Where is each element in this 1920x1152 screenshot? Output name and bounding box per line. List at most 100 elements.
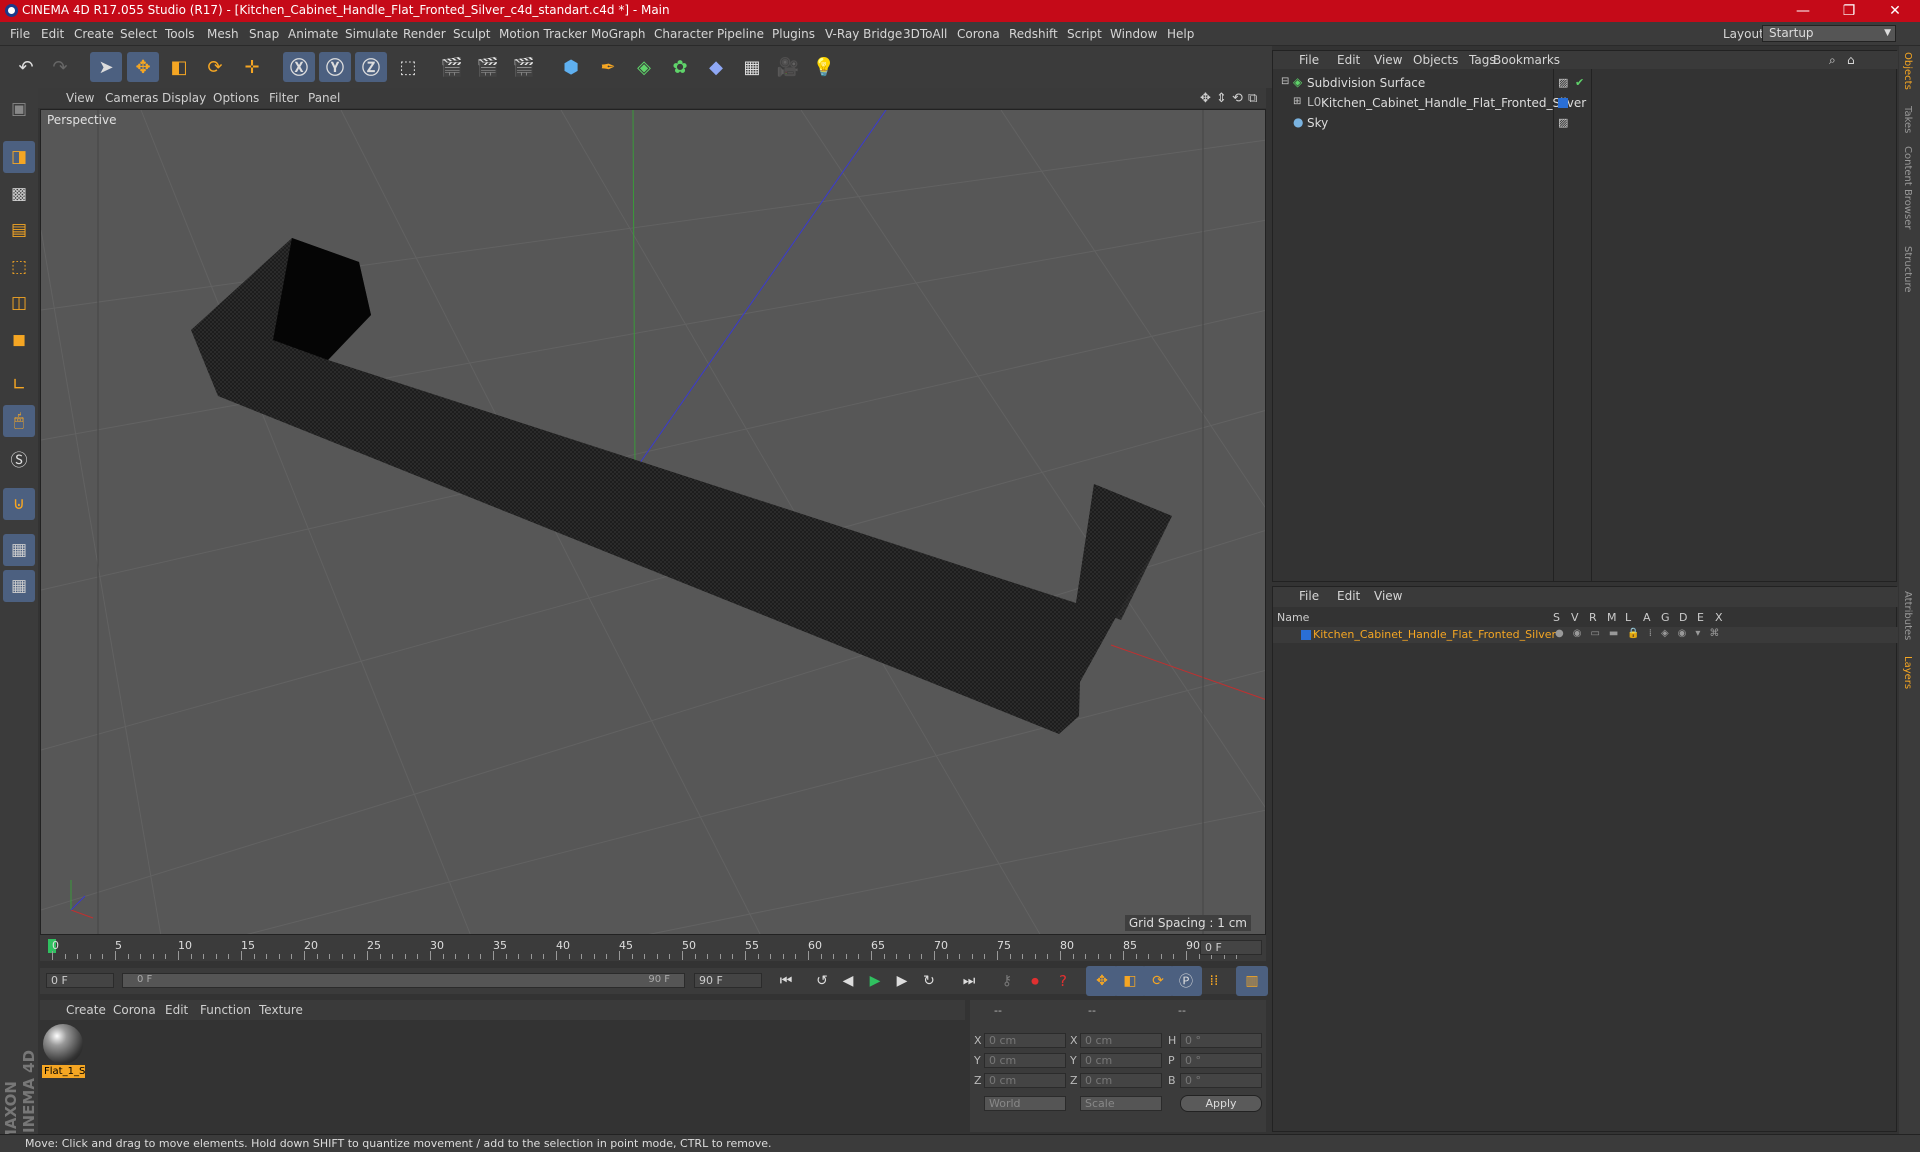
object-row[interactable]: ⊞ L0 Kitchen_Cabinet_Handle_Flat_Fronted… bbox=[1273, 95, 1898, 113]
material-menu-corona[interactable]: Corona bbox=[113, 1003, 156, 1017]
menu-mograph[interactable]: MoGraph bbox=[591, 27, 646, 41]
menu-edit[interactable]: Edit bbox=[41, 27, 64, 41]
tab-objects[interactable]: Objects bbox=[1902, 52, 1913, 90]
quantize-button[interactable]: ▦ bbox=[3, 570, 35, 602]
undo-button[interactable]: ↶ bbox=[10, 52, 42, 82]
menu-corona[interactable]: Corona bbox=[957, 27, 1000, 41]
maximize-button[interactable]: ❐ bbox=[1826, 0, 1872, 22]
edit-layer-icon[interactable]: ▨ bbox=[1558, 76, 1568, 89]
current-frame-field[interactable]: 0 F bbox=[1200, 940, 1262, 955]
cube-primitive-button[interactable]: ⬢ bbox=[555, 52, 587, 82]
light-button[interactable]: 💡 bbox=[808, 52, 840, 82]
material-swatch[interactable]: Flat_1_S bbox=[42, 1023, 85, 1078]
coordinate-system-button[interactable]: ⬚ bbox=[392, 52, 424, 82]
next-key-button[interactable]: ↻ bbox=[913, 966, 945, 996]
points-mode-button[interactable]: ⬚ bbox=[3, 251, 35, 283]
timeline-ruler[interactable]: 0 5 10 15 20 25 30 35 40 45 50 55 60 65 70 75 80 85 90 0 F bbox=[40, 935, 1266, 961]
size-z-field[interactable]: 0 cm bbox=[1080, 1073, 1162, 1088]
menu-3dtoall[interactable]: 3DToAll bbox=[903, 27, 947, 41]
menu-plugins[interactable]: Plugins bbox=[772, 27, 815, 41]
layer-row[interactable]: Kitchen_Cabinet_Handle_Flat_Fronted_Silv… bbox=[1273, 627, 1898, 643]
size-x-field[interactable]: 0 cm bbox=[1080, 1033, 1162, 1048]
menu-snap[interactable]: Snap bbox=[249, 27, 279, 41]
menu-file[interactable]: File bbox=[10, 27, 30, 41]
viewport-zoom-icon[interactable]: ⇕ bbox=[1216, 91, 1227, 106]
layer-color-swatch[interactable] bbox=[1558, 98, 1568, 108]
tab-takes[interactable]: Takes bbox=[1902, 106, 1913, 133]
menu-animate[interactable]: Animate bbox=[288, 27, 338, 41]
viewport-menu-panel[interactable]: Panel bbox=[308, 91, 340, 105]
objects-menu-tags[interactable]: Tags bbox=[1469, 53, 1496, 67]
edges-mode-button[interactable]: ◫ bbox=[3, 287, 35, 319]
edit-layer-icon[interactable]: ▨ bbox=[1558, 116, 1568, 129]
menu-select[interactable]: Select bbox=[120, 27, 157, 41]
apply-button[interactable]: Apply bbox=[1180, 1095, 1262, 1112]
tab-structure[interactable]: Structure bbox=[1902, 246, 1913, 293]
selection-tool-button[interactable]: ➤ bbox=[90, 52, 122, 82]
material-menu-function[interactable]: Function bbox=[200, 1003, 251, 1017]
keyframe-selection-button[interactable]: ? bbox=[1047, 966, 1079, 996]
home-icon[interactable]: ⌂ bbox=[1847, 53, 1855, 67]
menu-character[interactable]: Character bbox=[654, 27, 713, 41]
make-editable-button[interactable]: ▣ bbox=[3, 93, 35, 125]
viewport-maximize-icon[interactable]: ⧉ bbox=[1248, 91, 1257, 106]
search-icon[interactable]: ⌕ bbox=[1829, 53, 1836, 68]
pos-z-field[interactable]: 0 cm bbox=[984, 1073, 1066, 1088]
end-frame-field[interactable]: 90 F bbox=[694, 973, 762, 988]
object-row[interactable]: ● Sky ▨ bbox=[1273, 115, 1898, 133]
pos-y-field[interactable]: 0 cm bbox=[984, 1053, 1066, 1068]
x-axis-lock-button[interactable]: Ⓧ bbox=[283, 52, 315, 82]
key-pla-button[interactable]: ⁞⁞ bbox=[1198, 966, 1230, 996]
menu-render[interactable]: Render bbox=[403, 27, 446, 41]
viewport-menu-display[interactable]: Display bbox=[162, 91, 206, 105]
object-row[interactable]: ⊟ ◈ Subdivision Surface ▨ ✔ bbox=[1273, 75, 1898, 93]
subdivision-surface-button[interactable]: ◈ bbox=[628, 52, 660, 82]
floor-button[interactable]: ▦ bbox=[736, 52, 768, 82]
timeline-window-button[interactable]: ▥ bbox=[1236, 966, 1268, 996]
objects-menu-edit[interactable]: Edit bbox=[1337, 53, 1360, 67]
menu-simulate[interactable]: Simulate bbox=[345, 27, 398, 41]
polygons-mode-button[interactable]: ◼ bbox=[3, 324, 35, 356]
menu-vray-bridge[interactable]: V-Ray Bridge bbox=[825, 27, 902, 41]
objects-menu-view[interactable]: View bbox=[1374, 53, 1402, 67]
model-mode-button[interactable]: ◨ bbox=[3, 141, 35, 173]
pen-spline-button[interactable]: ✒ bbox=[592, 52, 624, 82]
layer-toggle-icons[interactable]: ●◉▭▬🔒⁞◈◉▾⌘ bbox=[1555, 628, 1728, 639]
tab-content-browser[interactable]: Content Browser bbox=[1902, 146, 1913, 229]
material-menu-texture[interactable]: Texture bbox=[259, 1003, 303, 1017]
layers-menu-view[interactable]: View bbox=[1374, 589, 1402, 603]
rotate-tool-button[interactable]: ⟳ bbox=[199, 52, 231, 82]
rot-b-field[interactable]: 0 ° bbox=[1180, 1073, 1262, 1088]
scale-tool-button[interactable]: ◧ bbox=[163, 52, 195, 82]
minimize-button[interactable]: — bbox=[1780, 0, 1826, 22]
start-frame-field[interactable]: 0 F bbox=[46, 973, 114, 988]
viewport-rotate-icon[interactable]: ⟲ bbox=[1232, 91, 1243, 106]
menu-redshift[interactable]: Redshift bbox=[1009, 27, 1058, 41]
layout-select[interactable]: Startup ▼ bbox=[1762, 25, 1896, 42]
objects-menu-objects[interactable]: Objects bbox=[1413, 53, 1458, 67]
objects-menu-bookmarks[interactable]: Bookmarks bbox=[1493, 53, 1560, 67]
render-picture-viewer-button[interactable]: 🎬 bbox=[472, 52, 504, 82]
material-menu-edit[interactable]: Edit bbox=[165, 1003, 188, 1017]
go-to-start-button[interactable]: ⏮ bbox=[770, 966, 802, 996]
y-axis-lock-button[interactable]: Ⓨ bbox=[319, 52, 351, 82]
snap-button[interactable]: ⊍ bbox=[3, 488, 35, 520]
camera-button[interactable]: 🎥 bbox=[772, 52, 804, 82]
solo-button[interactable]: Ⓢ bbox=[3, 442, 35, 474]
layer-color-swatch[interactable] bbox=[1301, 630, 1311, 640]
deformer-button[interactable]: ◆ bbox=[700, 52, 732, 82]
size-y-field[interactable]: 0 cm bbox=[1080, 1053, 1162, 1068]
menu-sculpt[interactable]: Sculpt bbox=[453, 27, 490, 41]
viewport-menu-cameras[interactable]: Cameras bbox=[105, 91, 158, 105]
pos-x-field[interactable]: 0 cm bbox=[984, 1033, 1066, 1048]
axis-mode-button[interactable]: ∟ bbox=[3, 369, 35, 401]
objects-menu-file[interactable]: File bbox=[1299, 53, 1319, 67]
menu-help[interactable]: Help bbox=[1167, 27, 1194, 41]
viewport-pan-icon[interactable]: ✥ bbox=[1200, 91, 1211, 106]
viewport-menu-options[interactable]: Options bbox=[213, 91, 259, 105]
coordinate-space-select[interactable]: World bbox=[984, 1096, 1066, 1111]
workplane-lock-button[interactable]: ▦ bbox=[3, 534, 35, 566]
viewport-menu-view[interactable]: View bbox=[66, 91, 94, 105]
rot-h-field[interactable]: 0 ° bbox=[1180, 1033, 1262, 1048]
menu-script[interactable]: Script bbox=[1067, 27, 1102, 41]
